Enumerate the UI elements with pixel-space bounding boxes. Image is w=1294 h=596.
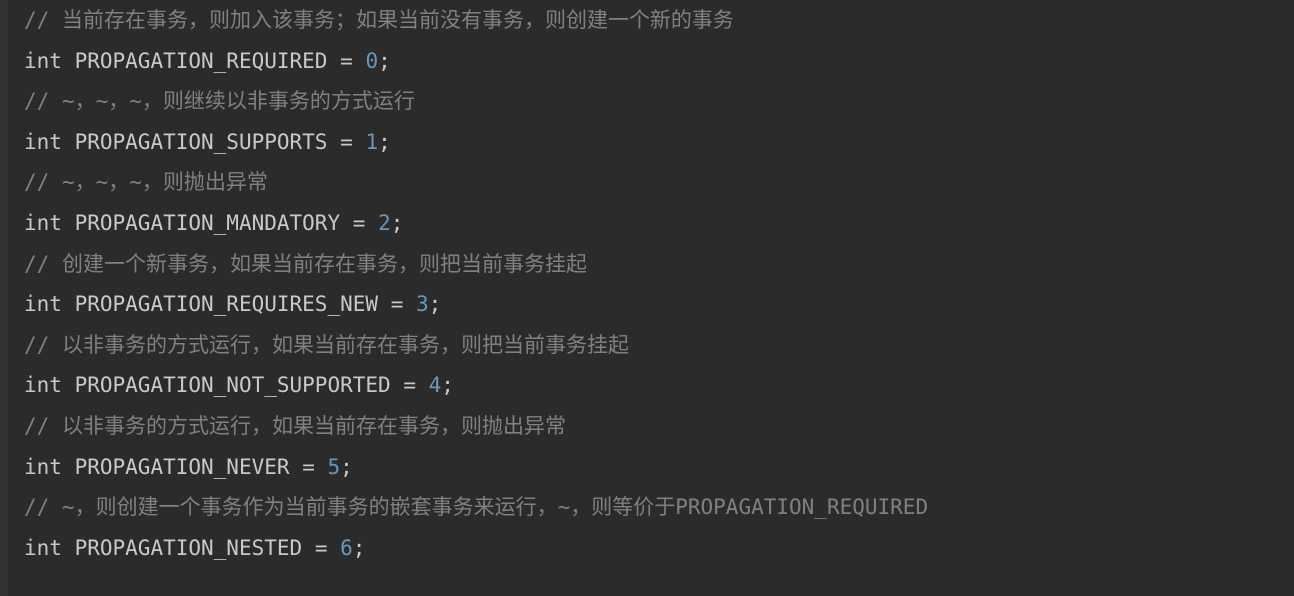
identifier-token: PROPAGATION_SUPPORTS bbox=[74, 129, 328, 154]
code-line-statement[interactable]: int PROPAGATION_REQUIRES_NEW = 3; bbox=[24, 284, 1294, 325]
code-line-comment[interactable]: // ~，~，~，则抛出异常 bbox=[24, 162, 1294, 203]
code-line-statement[interactable]: int PROPAGATION_NEVER = 5; bbox=[24, 447, 1294, 488]
code-line-comment[interactable]: // ~，~，~，则继续以非事务的方式运行 bbox=[24, 81, 1294, 122]
comment-text: 创建一个新事务，如果当前存在事务，则把当前事务挂起 bbox=[49, 251, 587, 276]
code-editor[interactable]: // 当前存在事务，则加入该事务；如果当前没有事务，则创建一个新的事务 int P… bbox=[0, 0, 1294, 596]
number-literal: 3 bbox=[416, 292, 429, 317]
identifier-token: PROPAGATION_REQUIRES_NEW bbox=[74, 292, 379, 317]
number-literal: 5 bbox=[327, 454, 341, 479]
comment-text: ~，~，~，则继续以非事务的方式运行 bbox=[49, 89, 415, 114]
code-line-comment[interactable]: // 当前存在事务，则加入该事务；如果当前没有事务，则创建一个新的事务 bbox=[24, 0, 1294, 41]
code-line-statement[interactable]: int PROPAGATION_SUPPORTS = 1; bbox=[24, 122, 1294, 163]
identifier-token: PROPAGATION_NEVER bbox=[74, 454, 290, 479]
statement-terminator: ; bbox=[340, 454, 353, 479]
code-line-statement[interactable]: int PROPAGATION_MANDATORY = 2; bbox=[24, 203, 1294, 244]
number-literal: 4 bbox=[428, 373, 442, 398]
statement-terminator: ; bbox=[378, 48, 391, 73]
assignment-operator: = bbox=[390, 292, 404, 317]
code-line-comment[interactable]: // 以非事务的方式运行，如果当前存在事务，则抛出异常 bbox=[24, 406, 1294, 447]
keyword-token: int bbox=[24, 48, 62, 73]
assignment-operator: = bbox=[302, 454, 315, 479]
comment-slashes: // bbox=[24, 89, 50, 114]
comment-slashes: // bbox=[24, 8, 50, 32]
identifier-token: PROPAGATION_REQUIRED bbox=[74, 48, 328, 73]
keyword-token: int bbox=[24, 373, 62, 398]
identifier-token: PROPAGATION_NESTED bbox=[74, 535, 303, 560]
number-literal: 0 bbox=[365, 48, 379, 73]
keyword-token: int bbox=[24, 535, 62, 560]
code-line-comment[interactable]: // 以非事务的方式运行，如果当前存在事务，则把当前事务挂起 bbox=[24, 325, 1294, 366]
comment-slashes: // bbox=[24, 413, 50, 438]
assignment-operator: = bbox=[314, 535, 328, 560]
keyword-token: int bbox=[24, 454, 62, 479]
assignment-operator: = bbox=[352, 210, 366, 235]
code-content-area[interactable]: // 当前存在事务，则加入该事务；如果当前没有事务，则创建一个新的事务 int P… bbox=[24, 0, 1294, 596]
code-line-statement[interactable]: int PROPAGATION_NESTED = 6; bbox=[24, 528, 1294, 569]
statement-terminator: ; bbox=[441, 373, 454, 398]
statement-terminator: ; bbox=[352, 535, 366, 560]
assignment-operator: = bbox=[403, 373, 416, 398]
comment-text: 以非事务的方式运行，如果当前存在事务，则抛出异常 bbox=[49, 413, 566, 438]
comment-slashes: // bbox=[24, 251, 50, 276]
comment-text: ~，~，~，则抛出异常 bbox=[49, 170, 268, 195]
assignment-operator: = bbox=[340, 48, 353, 73]
statement-terminator: ; bbox=[428, 292, 442, 317]
comment-slashes: // bbox=[24, 170, 50, 195]
number-literal: 1 bbox=[365, 129, 379, 154]
keyword-token: int bbox=[24, 210, 62, 235]
comment-text: ~，则创建一个事务作为当前事务的嵌套事务来运行，~，则等价于PROPAGATIO… bbox=[49, 495, 929, 520]
number-literal: 2 bbox=[378, 210, 391, 235]
number-literal: 6 bbox=[340, 535, 353, 560]
code-line-comment[interactable]: // 创建一个新事务，如果当前存在事务，则把当前事务挂起 bbox=[24, 244, 1294, 285]
keyword-token: int bbox=[24, 292, 62, 317]
keyword-token: int bbox=[24, 129, 62, 154]
assignment-operator: = bbox=[340, 129, 353, 154]
editor-gutter bbox=[0, 0, 8, 596]
identifier-token: PROPAGATION_MANDATORY bbox=[74, 210, 341, 235]
code-line-comment[interactable]: // ~，则创建一个事务作为当前事务的嵌套事务来运行，~，则等价于PROPAGA… bbox=[24, 487, 1294, 528]
statement-terminator: ; bbox=[390, 210, 404, 235]
statement-terminator: ; bbox=[378, 129, 391, 154]
comment-text: 以非事务的方式运行，如果当前存在事务，则把当前事务挂起 bbox=[49, 332, 629, 357]
comment-slashes: // bbox=[24, 332, 50, 357]
identifier-token: PROPAGATION_NOT_SUPPORTED bbox=[74, 373, 391, 398]
code-line-statement[interactable]: int PROPAGATION_REQUIRED = 0; bbox=[24, 41, 1294, 82]
comment-slashes: // bbox=[24, 495, 50, 520]
code-line-statement[interactable]: int PROPAGATION_NOT_SUPPORTED = 4; bbox=[24, 365, 1294, 406]
comment-text: 当前存在事务，则加入该事务；如果当前没有事务，则创建一个新的事务 bbox=[49, 8, 734, 32]
